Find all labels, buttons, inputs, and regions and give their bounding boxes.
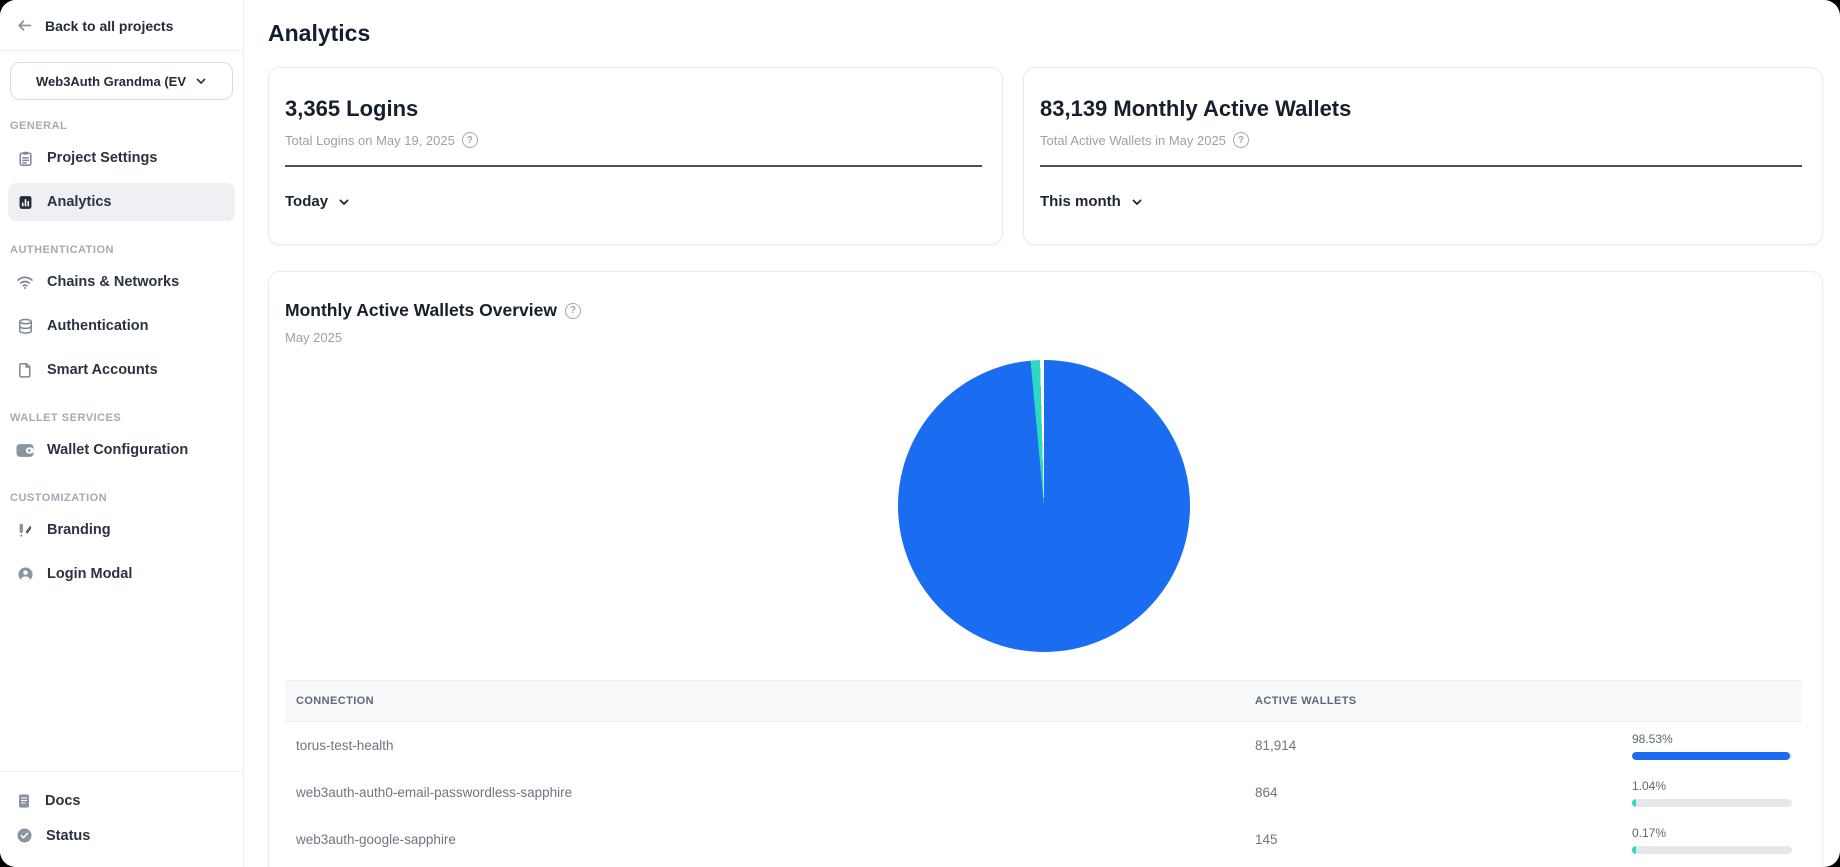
divider [1040,165,1802,167]
help-icon[interactable]: ? [565,303,581,319]
percent-bar-track [1632,752,1792,760]
database-icon [16,318,34,335]
active-wallets-range-label: This month [1040,193,1121,210]
user-circle-icon [16,566,34,583]
percent-bar-fill [1632,752,1790,760]
active-wallets-value: 864 [1244,785,1632,800]
sidebar-item-wallet-configuration[interactable]: Wallet Configuration [8,431,235,469]
sidebar-item-label: Branding [47,522,111,538]
wifi-icon [16,273,34,291]
column-header-connection: CONNECTION [285,695,1244,707]
table-row[interactable]: torus-test-health 81,914 98.53% [285,722,1802,769]
sidebar-item-label: Wallet Configuration [47,442,188,458]
wallets-overview-card: Monthly Active Wallets Overview ? May 20… [268,271,1823,867]
active-wallets-value: 145 [1244,832,1632,847]
sidebar-item-label: Docs [45,793,80,809]
project-selector-dropdown[interactable]: Web3Auth Grandma (EV [10,62,233,100]
connections-table: CONNECTION ACTIVE WALLETS torus-test-hea… [285,680,1802,863]
sidebar-item-docs[interactable]: Docs [0,784,243,818]
overview-subtitle: May 2025 [285,330,1802,345]
sidebar-item-label: Smart Accounts [47,362,158,378]
table-row[interactable]: web3auth-google-sapphire 145 0.17% [285,816,1802,863]
section-label-authentication: AUTHENTICATION [0,224,243,260]
active-wallets-stat-card: 83,139 Monthly Active Wallets Total Acti… [1023,67,1823,245]
section-label-wallet-services: WALLET SERVICES [0,392,243,428]
sidebar-item-analytics[interactable]: Analytics [8,183,235,221]
connection-name: web3auth-auth0-email-passwordless-sapphi… [285,785,1244,800]
active-wallets-count: 83,139 Monthly Active Wallets [1040,96,1802,122]
section-label-customization: CUSTOMIZATION [0,472,243,508]
bar-chart-doc-icon [16,194,34,211]
table-header-row: CONNECTION ACTIVE WALLETS [285,680,1802,722]
connection-name: torus-test-health [285,738,1244,753]
percent-bar-track [1632,846,1792,854]
divider [285,165,982,167]
sidebar-item-authentication[interactable]: Authentication [8,307,235,345]
sidebar-item-branding[interactable]: Branding [8,511,235,549]
chevron-down-icon [1131,196,1143,208]
section-label-general: GENERAL [0,100,243,136]
overview-title: Monthly Active Wallets Overview [285,300,557,321]
app-window: Back to all projects Web3Auth Grandma (E… [0,0,1840,867]
clipboard-icon [16,150,34,167]
percent-bar-track [1632,799,1792,807]
document-icon [16,793,32,809]
sidebar-item-login-modal[interactable]: Login Modal [8,555,235,593]
sidebar-footer: Docs Status [0,771,243,867]
sidebar: Back to all projects Web3Auth Grandma (E… [0,0,244,867]
column-header-active-wallets: ACTIVE WALLETS [1244,695,1632,707]
active-wallets-pie-chart [898,360,1190,652]
sidebar-item-label: Project Settings [47,150,157,166]
arrow-left-icon [16,17,33,34]
help-icon[interactable]: ? [462,132,478,148]
back-to-projects-link[interactable]: Back to all projects [0,0,243,51]
active-wallets-subtitle: Total Active Wallets in May 2025 [1040,133,1226,148]
wallet-icon [16,443,34,458]
table-row[interactable]: web3auth-auth0-email-passwordless-sapphi… [285,769,1802,816]
sidebar-item-smart-accounts[interactable]: Smart Accounts [8,351,235,389]
logins-subtitle: Total Logins on May 19, 2025 [285,133,455,148]
stat-cards-row: 3,365 Logins Total Logins on May 19, 202… [268,67,1823,245]
percent-bar-fill [1632,799,1636,807]
main-content: Analytics 3,365 Logins Total Logins on M… [244,0,1840,867]
logins-count: 3,365 Logins [285,96,982,122]
check-circle-icon [16,827,33,844]
file-icon [16,362,34,378]
percent-label: 1.04% [1632,779,1802,793]
brush-icon [16,522,34,538]
active-wallets-range-dropdown[interactable]: This month [1040,193,1802,210]
project-selector-label: Web3Auth Grandma (EV [36,74,186,89]
percent-label: 98.53% [1632,732,1802,746]
sidebar-item-label: Login Modal [47,566,132,582]
logins-stat-card: 3,365 Logins Total Logins on May 19, 202… [268,67,1003,245]
connection-name: web3auth-google-sapphire [285,832,1244,847]
page-title: Analytics [268,20,1823,47]
percent-label: 0.17% [1632,826,1802,840]
sidebar-item-label: Analytics [47,194,111,210]
sidebar-item-label: Authentication [47,318,149,334]
help-icon[interactable]: ? [1233,132,1249,148]
sidebar-item-status[interactable]: Status [0,818,243,853]
sidebar-item-project-settings[interactable]: Project Settings [8,139,235,177]
sidebar-item-label: Status [46,828,90,844]
active-wallets-value: 81,914 [1244,738,1632,753]
chevron-down-icon [338,196,350,208]
back-link-label: Back to all projects [45,18,173,34]
chevron-down-icon [195,75,207,87]
logins-range-dropdown[interactable]: Today [285,193,982,210]
sidebar-item-label: Chains & Networks [47,274,179,290]
sidebar-item-chains-networks[interactable]: Chains & Networks [8,263,235,301]
logins-range-label: Today [285,193,328,210]
percent-bar-fill [1632,846,1636,854]
